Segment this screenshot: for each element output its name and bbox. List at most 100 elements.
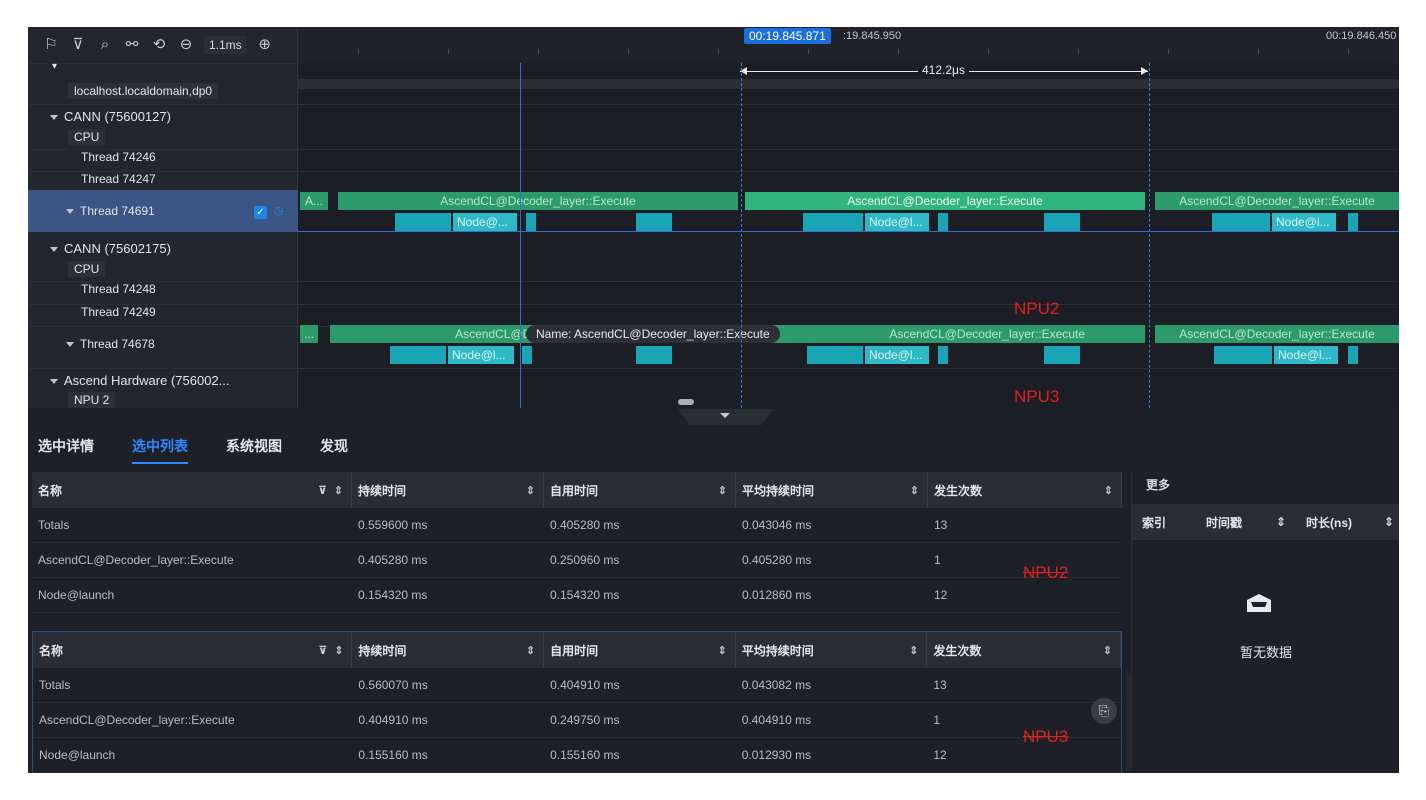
search-icon[interactable]: ⌕	[96, 36, 114, 54]
node-bar[interactable]	[1348, 213, 1358, 231]
table-row[interactable]: AscendCL@Decoder_layer::Execute 0.404910…	[33, 703, 1121, 738]
process-cann-75602175[interactable]: CANN (75602175)	[50, 241, 171, 256]
thread-74249[interactable]: Thread 74249	[81, 305, 156, 319]
table-row[interactable]: Node@launch 0.155160 ms 0.155160 ms 0.01…	[33, 738, 1121, 773]
sort-icon[interactable]: ⇕	[910, 484, 919, 497]
time-ruler[interactable]: 00:19.845.871 :19.845.950 00:19.846.450	[298, 27, 1399, 63]
more-panel: 更多 索引 时间戳 ⇕ 时长(ns) ⇕ 暂无数据	[1131, 472, 1399, 773]
column-avg-duration[interactable]: 平均持续时间 ⇕	[736, 472, 928, 508]
node-bar[interactable]	[526, 213, 536, 231]
zoom-in-icon[interactable]: ⊕	[256, 36, 274, 54]
zoom-out-icon[interactable]: ⊖	[177, 36, 195, 54]
node-bar[interactable]: Node@l...	[1274, 346, 1338, 364]
collapse-icon[interactable]: ▾	[52, 61, 57, 72]
thread-74247[interactable]: Thread 74247	[81, 172, 156, 186]
node-bar[interactable]	[803, 213, 863, 231]
column-duration[interactable]: 持续时间 ⇕	[352, 632, 545, 668]
node-bar[interactable]: Node@l...	[865, 213, 929, 231]
table-row[interactable]: AscendCL@Decoder_layer::Execute 0.405280…	[32, 543, 1122, 578]
tab-selection-details[interactable]: 选中详情	[38, 436, 94, 464]
node-bar[interactable]	[636, 213, 672, 231]
process-cann-75600127[interactable]: CANN (75600127)	[50, 109, 171, 124]
event-bar-selected[interactable]: AscendCL@Decoder_layer::Execute	[745, 192, 1145, 210]
table-row[interactable]: Totals 0.560070 ms 0.404910 ms 0.043082 …	[33, 668, 1121, 703]
column-duration-ns[interactable]: 时长(ns) ⇕	[1296, 504, 1399, 540]
thread-74248[interactable]: Thread 74248	[81, 282, 156, 296]
cell-avg-duration: 0.043046 ms	[742, 518, 812, 532]
sort-icon[interactable]: ⇕	[909, 644, 918, 657]
node-bar[interactable]	[938, 346, 948, 364]
link-icon[interactable]: ⚯	[123, 36, 141, 54]
column-timestamp[interactable]: 时间戳 ⇕	[1196, 504, 1296, 540]
reset-icon[interactable]: ⟲	[150, 36, 168, 54]
event-bar[interactable]: AscendCL@Decoder_layer::Execute	[1155, 192, 1399, 210]
flag-icon[interactable]: ⚐	[42, 36, 60, 54]
tab-selection-list[interactable]: 选中列表	[132, 436, 188, 464]
filter-icon[interactable]: ⊽	[318, 644, 327, 657]
node-bar[interactable]: Node@l...	[1272, 213, 1336, 231]
checkbox-icon[interactable]: ✓	[254, 206, 267, 219]
node-bar[interactable]	[636, 346, 672, 364]
node-bar[interactable]	[807, 346, 863, 364]
sort-icon[interactable]: ⇕	[526, 644, 535, 657]
column-label: 持续时间	[358, 643, 407, 658]
timeline-tracks[interactable]: 412.2μs A... AscendCL@Decoder_layer::Exe…	[298, 63, 1399, 408]
event-bar[interactable]: AscendCL@Decoder_layer::Execute	[338, 192, 738, 210]
event-bar[interactable]: AscendCL@Decoder_layer::Execute	[1155, 325, 1399, 343]
thread-74678[interactable]: Thread 74678	[66, 337, 155, 351]
cell-name: Totals	[38, 518, 70, 532]
column-self-time[interactable]: 自用时间 ⇕	[544, 472, 736, 508]
trace-viewer: ⚐ ⊽ ⌕ ⚯ ⟲ ⊖ 1.1ms ⊕ 00:19.845.871 :19.84…	[28, 27, 1399, 773]
sort-icon[interactable]: ⇕	[526, 484, 535, 497]
node-bar[interactable]	[395, 213, 451, 231]
node-bar[interactable]	[522, 346, 532, 364]
copy-icon[interactable]: ⎘	[1091, 698, 1117, 724]
sort-icon[interactable]: ⇕	[718, 644, 727, 657]
sort-icon[interactable]: ⇕	[1104, 484, 1113, 497]
thread-74691[interactable]: Thread 74691	[66, 204, 155, 218]
column-avg-duration[interactable]: 平均持续时间 ⇕	[736, 632, 928, 668]
filter-icon[interactable]: ⊽	[69, 36, 87, 54]
event-bar[interactable]: A...	[300, 192, 328, 210]
node-bar[interactable]	[390, 346, 446, 364]
cell-count: 13	[933, 678, 947, 692]
node-bar[interactable]	[1348, 346, 1358, 364]
sort-icon[interactable]: ⇕	[1384, 515, 1394, 529]
sort-icon[interactable]: ⇕	[1103, 644, 1112, 657]
ruler-end-time: 00:19.846.450	[1326, 30, 1397, 42]
horizontal-scroll-handle[interactable]	[678, 399, 694, 405]
node-bar[interactable]: Node@l...	[865, 346, 929, 364]
node-bar[interactable]	[938, 213, 948, 231]
node-bar[interactable]: Node@l...	[448, 346, 514, 364]
node-bar[interactable]: Node@...	[453, 213, 517, 231]
filter-icon[interactable]: ⊽	[318, 484, 327, 497]
node-bar[interactable]	[1212, 213, 1270, 231]
node-bar[interactable]	[1214, 346, 1272, 364]
sort-icon[interactable]: ⇕	[1276, 515, 1286, 529]
pin-icon[interactable]: ◷	[274, 204, 286, 218]
thread-74246[interactable]: Thread 74246	[81, 150, 156, 164]
node-bar[interactable]	[1044, 346, 1080, 364]
event-bar[interactable]: AscendCL@Decoder_layer::Execute	[745, 325, 1145, 343]
event-bar[interactable]: ...	[300, 325, 318, 343]
sort-icon[interactable]: ⇕	[334, 484, 343, 497]
column-label: 时间戳	[1206, 515, 1243, 530]
column-index[interactable]: 索引	[1132, 504, 1196, 540]
column-name[interactable]: 名称 ⊽ ⇕	[33, 632, 353, 668]
table-row[interactable]: Node@launch 0.154320 ms 0.154320 ms 0.01…	[32, 578, 1122, 613]
column-duration[interactable]: 持续时间 ⇕	[352, 472, 544, 508]
sort-icon[interactable]: ⇕	[334, 644, 343, 657]
event-bar[interactable]: AscendCL@Dec	[330, 325, 550, 343]
panel-collapse-tab[interactable]	[678, 409, 773, 425]
sort-icon[interactable]: ⇕	[718, 484, 727, 497]
column-self-time[interactable]: 自用时间 ⇕	[544, 632, 736, 668]
column-count[interactable]: 发生次数 ⇕	[928, 472, 1122, 508]
table-row[interactable]: Totals 0.559600 ms 0.405280 ms 0.043046 …	[32, 508, 1122, 543]
tab-system-view[interactable]: 系统视图	[226, 436, 282, 464]
process-ascend-hardware[interactable]: Ascend Hardware (756002...	[50, 373, 229, 388]
column-count[interactable]: 发生次数 ⇕	[927, 632, 1122, 668]
tab-discovery[interactable]: 发现	[320, 436, 348, 464]
column-name[interactable]: 名称 ⊽ ⇕	[32, 472, 352, 508]
chevron-down-icon	[720, 413, 730, 418]
node-bar[interactable]	[1044, 213, 1080, 231]
